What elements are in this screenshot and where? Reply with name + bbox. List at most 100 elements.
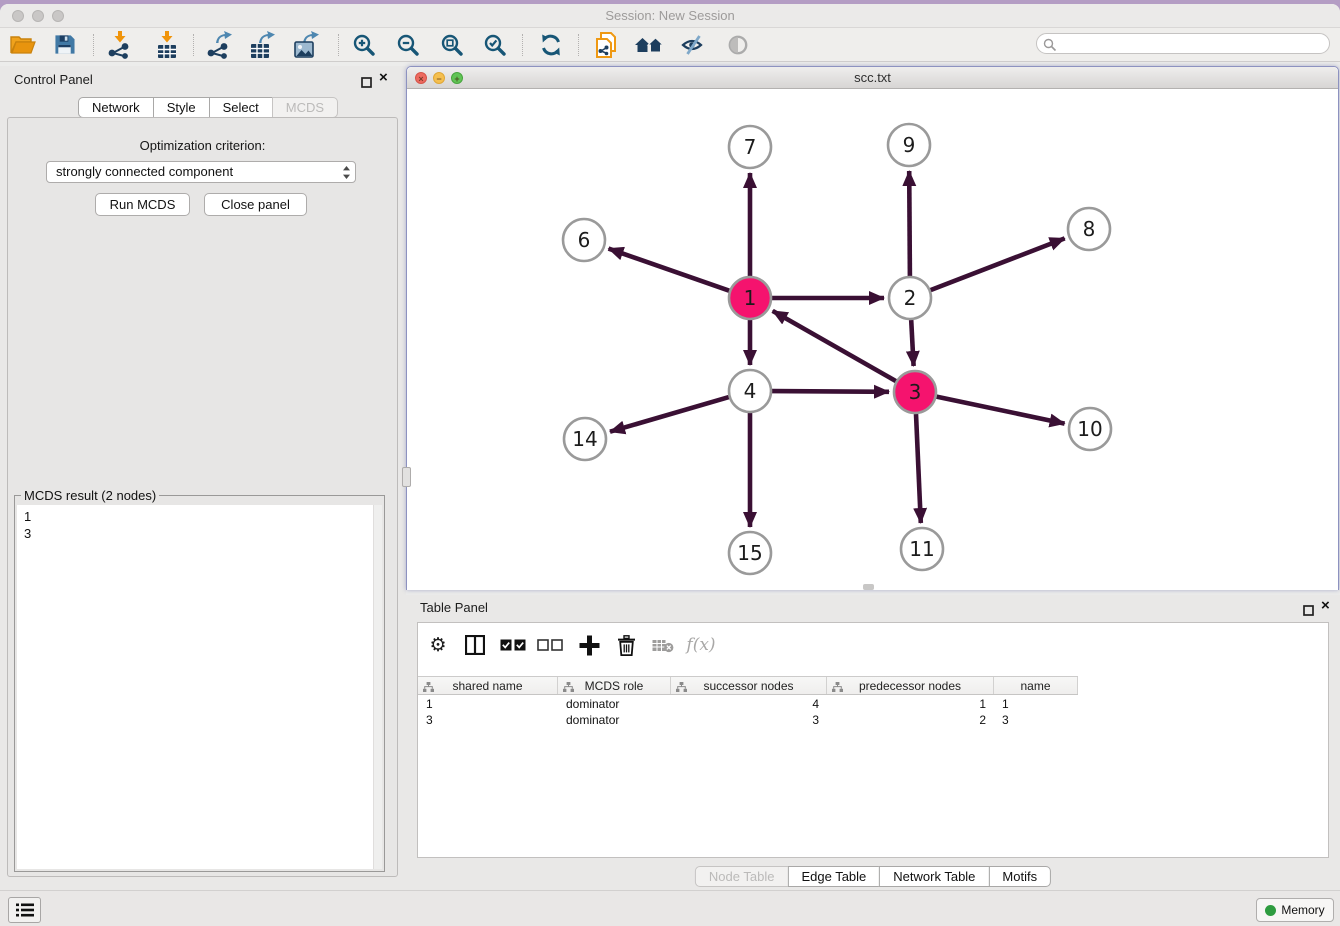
tab-edge-table[interactable]: Edge Table xyxy=(787,866,880,887)
edge-2-3[interactable] xyxy=(911,320,913,366)
node-9[interactable]: 9 xyxy=(888,124,930,166)
zoom-selected-button[interactable] xyxy=(476,28,512,61)
criterion-dropdown[interactable]: strongly connected component xyxy=(46,161,356,183)
mcds-result-area[interactable]: 13 xyxy=(17,505,382,869)
result-scrollbar[interactable] xyxy=(373,505,382,869)
dropdown-stepper-icon xyxy=(342,165,351,186)
column-header-MCDS-role[interactable]: MCDS role xyxy=(558,677,671,694)
zoom-fit-button[interactable] xyxy=(433,28,469,61)
column-header-successor-nodes[interactable]: successor nodes xyxy=(671,677,827,694)
node-14[interactable]: 14 xyxy=(564,418,606,460)
run-mcds-button[interactable]: Run MCDS xyxy=(95,193,190,216)
network-graph[interactable]: 7 9 6 8 1 2 4 3 14 10 15 11 xyxy=(407,89,1338,590)
table-cell[interactable]: 4 xyxy=(671,696,827,712)
edge-4-3[interactable] xyxy=(772,391,889,392)
node-2[interactable]: 2 xyxy=(889,277,931,319)
table-cell[interactable]: 1 xyxy=(994,696,1078,712)
table-cell[interactable]: 3 xyxy=(418,712,558,728)
show-columns-button[interactable] xyxy=(459,629,491,661)
node-3[interactable]: 3 xyxy=(894,371,936,413)
edge-2-9[interactable] xyxy=(909,171,910,276)
network-canvas[interactable]: 7 9 6 8 1 2 4 3 14 10 15 11 xyxy=(407,89,1338,590)
gear-icon: ⚙ xyxy=(429,634,446,656)
column-header-shared-name[interactable]: shared name xyxy=(418,677,558,694)
edge-3-1[interactable] xyxy=(773,311,896,381)
edge-3-11[interactable] xyxy=(916,414,921,523)
edge-3-10[interactable] xyxy=(937,397,1065,424)
node-label: 2 xyxy=(904,286,917,310)
node-label: 4 xyxy=(744,379,757,403)
export-table-button[interactable] xyxy=(244,28,280,61)
tab-select[interactable]: Select xyxy=(209,97,273,118)
canvas-hscroll-thumb[interactable] xyxy=(863,584,874,590)
tab-mcds[interactable]: MCDS xyxy=(272,97,338,118)
table-cell[interactable]: 1 xyxy=(418,696,558,712)
select-all-button[interactable] xyxy=(497,629,529,661)
export-network-button[interactable] xyxy=(201,28,237,61)
tab-motifs[interactable]: Motifs xyxy=(988,866,1051,887)
edge-4-14[interactable] xyxy=(610,397,729,432)
node-1[interactable]: 1 xyxy=(729,277,771,319)
close-table-panel-button[interactable]: × xyxy=(1321,598,1330,614)
close-panel-action-button[interactable]: Close panel xyxy=(204,193,307,216)
first-neighbors-button[interactable] xyxy=(631,28,667,61)
save-session-button[interactable] xyxy=(46,28,82,61)
panel-splitter-grip[interactable] xyxy=(402,467,411,487)
zoom-out-button[interactable] xyxy=(389,28,425,61)
show-all-button[interactable] xyxy=(720,28,756,61)
node-label: 9 xyxy=(903,133,916,157)
node-15[interactable]: 15 xyxy=(729,532,771,574)
hierarchy-icon xyxy=(676,681,687,695)
delete-column-button[interactable] xyxy=(610,629,642,661)
node-7[interactable]: 7 xyxy=(729,126,771,168)
open-file-button[interactable] xyxy=(5,28,41,61)
table-row[interactable]: 1dominator411 xyxy=(418,696,1328,712)
float-icon xyxy=(1303,605,1314,616)
node-10[interactable]: 10 xyxy=(1069,408,1111,450)
edge-2-8[interactable] xyxy=(931,238,1065,290)
table-cell[interactable]: 3 xyxy=(994,712,1078,728)
table-cell[interactable]: dominator xyxy=(558,712,671,728)
export-image-button[interactable] xyxy=(288,28,324,61)
tab-network[interactable]: Network xyxy=(78,97,154,118)
table-cell[interactable]: 1 xyxy=(827,696,994,712)
edge-1-6[interactable] xyxy=(609,249,730,291)
table-toolbar: ⚙ xyxy=(418,623,1328,667)
create-column-button[interactable] xyxy=(573,629,605,661)
apply-layout-button[interactable] xyxy=(533,28,569,61)
zoom-in-button[interactable] xyxy=(345,28,381,61)
hide-selected-button[interactable] xyxy=(675,28,711,61)
function-builder-button[interactable]: f(x) xyxy=(685,629,717,661)
deselect-all-button[interactable] xyxy=(534,629,566,661)
delete-table-button[interactable] xyxy=(647,629,679,661)
app-title: Session: New Session xyxy=(0,8,1340,23)
import-table-button[interactable] xyxy=(149,28,185,61)
toolbar-separator xyxy=(522,34,523,56)
table-settings-button[interactable]: ⚙ xyxy=(422,629,454,661)
network-window-titlebar[interactable]: × − + scc.txt xyxy=(407,67,1338,89)
node-label: 11 xyxy=(909,537,934,561)
node-4[interactable]: 4 xyxy=(729,370,771,412)
column-header-name[interactable]: name xyxy=(994,677,1078,694)
tab-node-table[interactable]: Node Table xyxy=(695,866,789,887)
task-history-button[interactable] xyxy=(8,897,41,923)
tab-style[interactable]: Style xyxy=(153,97,210,118)
unchecked-boxes-icon xyxy=(537,639,563,651)
import-network-button[interactable] xyxy=(102,28,138,61)
memory-button[interactable]: Memory xyxy=(1256,898,1334,922)
float-panel-button[interactable] xyxy=(361,75,372,93)
node-6[interactable]: 6 xyxy=(563,219,605,261)
node-8[interactable]: 8 xyxy=(1068,208,1110,250)
network-document-button[interactable] xyxy=(588,28,624,61)
node-11[interactable]: 11 xyxy=(901,528,943,570)
table-cell[interactable]: dominator xyxy=(558,696,671,712)
search-input[interactable] xyxy=(1059,35,1323,52)
float-table-panel-button[interactable] xyxy=(1303,603,1314,621)
tab-network-table[interactable]: Network Table xyxy=(879,866,989,887)
table-row[interactable]: 3dominator323 xyxy=(418,712,1328,728)
columns-icon xyxy=(465,635,485,655)
column-header-predecessor-nodes[interactable]: predecessor nodes xyxy=(827,677,994,694)
table-cell[interactable]: 3 xyxy=(671,712,827,728)
table-cell[interactable]: 2 xyxy=(827,712,994,728)
close-panel-button[interactable]: × xyxy=(379,70,388,86)
